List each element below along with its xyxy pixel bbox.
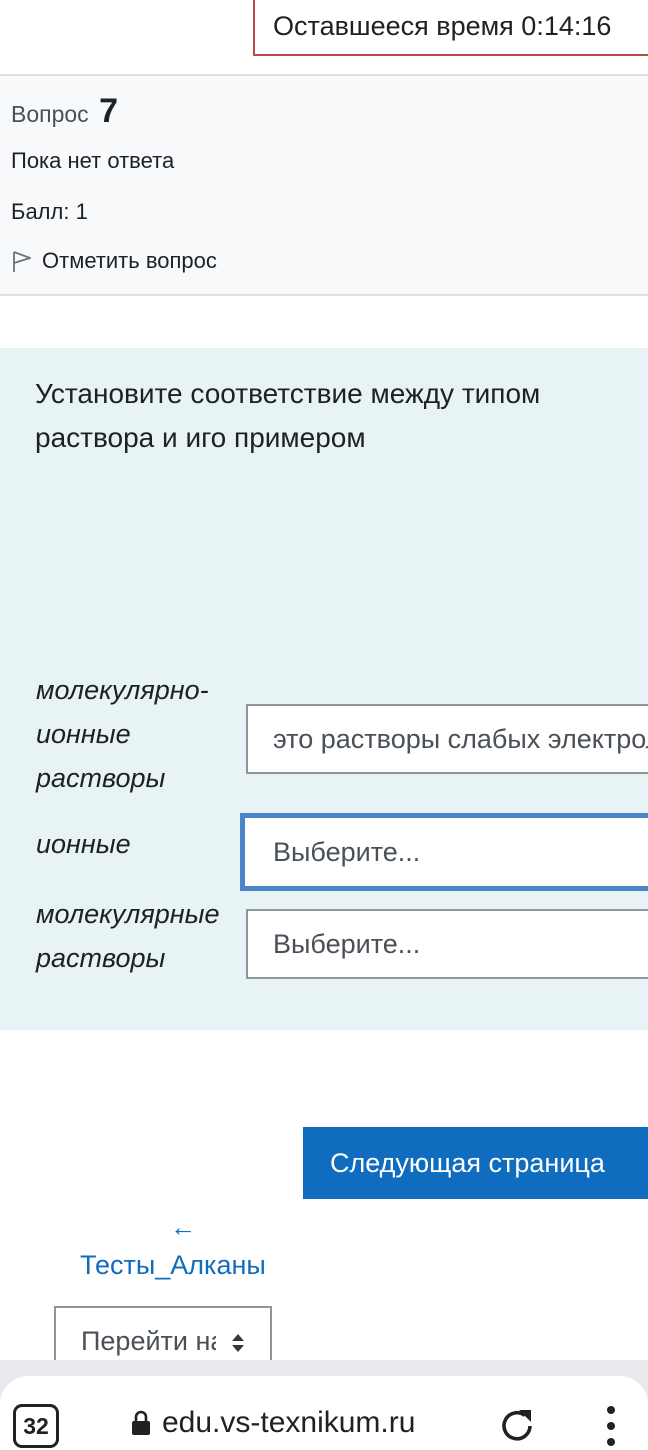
question-text: Установите соответствие между типом раст… <box>35 378 541 453</box>
sort-arrows-icon <box>232 1334 244 1352</box>
address-bar[interactable]: edu.vs-texnikum.ru <box>130 1406 415 1440</box>
question-info-panel: Вопрос 7 Пока нет ответа Балл: 1 Отметит… <box>0 74 648 296</box>
previous-activity-link[interactable]: Тесты_Алканы <box>80 1250 266 1281</box>
question-formulation: Установите соответствие между типом раст… <box>0 348 648 1030</box>
flag-question-link[interactable]: Отметить вопрос <box>11 248 217 274</box>
question-grade: Балл: 1 <box>11 199 88 224</box>
next-page-label: Следующая страница <box>330 1147 605 1178</box>
match-stem-3: молекулярные растворы <box>36 899 220 973</box>
left-arrow-icon[interactable]: ← <box>170 1212 196 1243</box>
jump-to-label: Перейти на... <box>81 1326 216 1356</box>
match-stem-2: ионные <box>36 829 131 859</box>
match-select-3-value: Выберите... <box>273 928 421 959</box>
match-select-3[interactable]: Выберите... <box>246 909 648 979</box>
match-select-2-value: Выберите... <box>273 836 421 867</box>
tab-count: 32 <box>23 1412 49 1439</box>
browser-toolbar: 32 edu.vs-texnikum.ru <box>0 1376 648 1448</box>
next-page-button[interactable]: Следующая страница <box>303 1127 648 1199</box>
match-select-1[interactable]: это растворы слабых электролитов <box>246 704 648 774</box>
reload-icon[interactable] <box>495 1404 539 1448</box>
lock-icon <box>132 1410 150 1435</box>
url-text: edu.vs-texnikum.ru <box>162 1406 416 1439</box>
question-state: Пока нет ответа <box>11 148 175 173</box>
match-select-2[interactable]: Выберите... <box>240 813 648 891</box>
question-number: Вопрос 7 <box>11 92 118 130</box>
time-left-timer: Оставшееся время 0:14:16 <box>253 0 648 56</box>
flag-question-label: Отметить вопрос <box>42 248 217 273</box>
tab-switcher-button[interactable]: 32 <box>13 1404 59 1448</box>
flag-icon <box>13 251 31 272</box>
browser-bottom-bar: 32 edu.vs-texnikum.ru <box>0 1360 648 1448</box>
timer-label: Оставшееся время 0:14:16 <box>273 10 612 41</box>
match-select-1-value: это растворы слабых электролитов <box>273 723 648 754</box>
match-stem-1: молекулярно-ионные растворы <box>36 675 209 793</box>
more-options-icon[interactable] <box>604 1402 618 1450</box>
